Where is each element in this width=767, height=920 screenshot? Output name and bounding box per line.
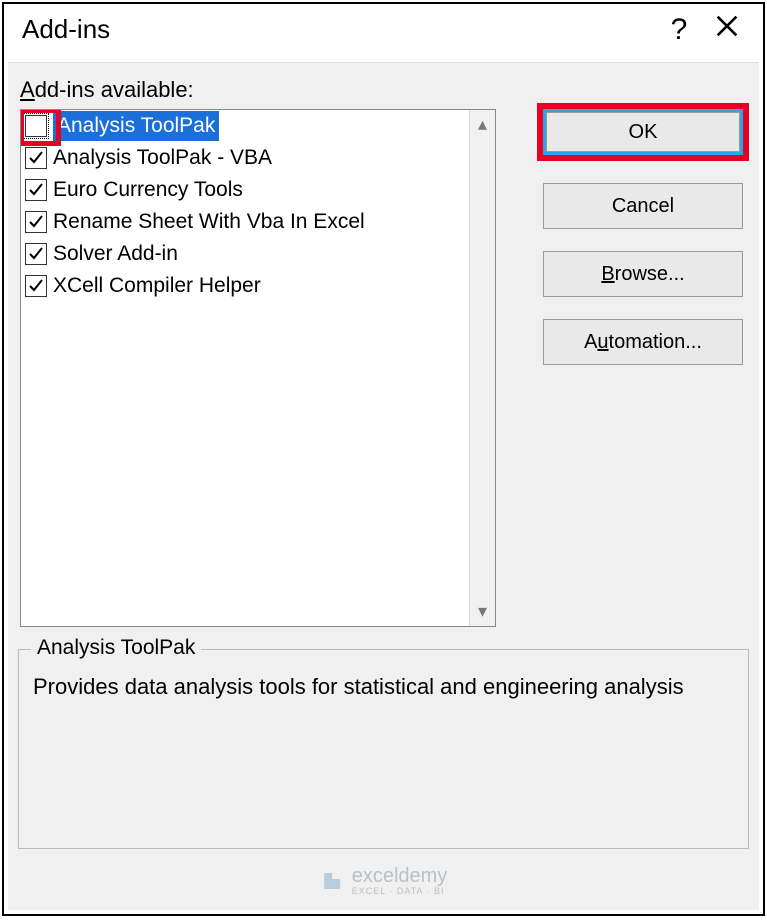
addin-label: XCell Compiler Helper [53, 271, 261, 301]
addin-list-item[interactable]: Rename Sheet With Vba In Excel [21, 206, 495, 238]
addin-checkbox[interactable] [25, 243, 47, 265]
addins-listbox[interactable]: Analysis ToolPakAnalysis ToolPak - VBAEu… [20, 109, 496, 627]
addin-checkbox[interactable] [25, 275, 47, 297]
addin-list-item[interactable]: Euro Currency Tools [21, 174, 495, 206]
addin-checkbox[interactable] [25, 147, 47, 169]
help-icon[interactable]: ? [655, 13, 703, 47]
addin-checkbox[interactable] [25, 115, 47, 137]
addin-list-item[interactable]: Analysis ToolPak - VBA [21, 142, 495, 174]
addin-checkbox[interactable] [25, 179, 47, 201]
scroll-up-icon[interactable]: ▴ [478, 110, 487, 139]
listbox-scrollbar[interactable]: ▴ ▾ [469, 110, 495, 626]
addin-label: Solver Add-in [53, 239, 178, 269]
ok-button[interactable]: OK [546, 112, 740, 152]
description-title: Analysis ToolPak [31, 636, 201, 660]
cancel-button[interactable]: Cancel [543, 183, 743, 229]
addin-label: Analysis ToolPak - VBA [53, 143, 272, 173]
addin-label: Rename Sheet With Vba In Excel [53, 207, 365, 237]
description-text: Provides data analysis tools for statist… [33, 672, 736, 703]
addin-checkbox[interactable] [25, 211, 47, 233]
exceldemy-watermark: exceldemy EXCEL · DATA · BI [320, 865, 448, 896]
highlight-ok-annotation: OK [537, 103, 749, 161]
addins-available-label: Add-ins available: [20, 77, 749, 103]
scroll-down-icon[interactable]: ▾ [478, 597, 487, 626]
close-icon[interactable] [703, 12, 751, 47]
title-bar: Add-ins ? [4, 4, 763, 53]
automation-button[interactable]: Automation... [543, 319, 743, 365]
addin-list-item[interactable]: XCell Compiler Helper [21, 270, 495, 302]
dialog-title: Add-ins [22, 14, 655, 45]
addin-list-item[interactable]: Analysis ToolPak [21, 110, 495, 142]
browse-button[interactable]: Browse... [543, 251, 743, 297]
addin-label: Analysis ToolPak [53, 111, 219, 141]
addin-list-item[interactable]: Solver Add-in [21, 238, 495, 270]
addin-label: Euro Currency Tools [53, 175, 243, 205]
description-group: Analysis ToolPak Provides data analysis … [18, 649, 749, 849]
